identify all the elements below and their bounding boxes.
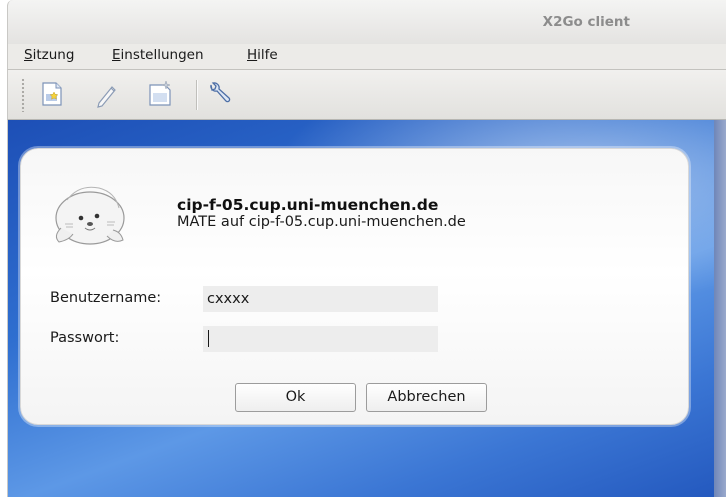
menu-hilfe-label: ilfe bbox=[257, 47, 278, 63]
text-cursor bbox=[208, 330, 209, 347]
menu-hilfe[interactable]: Hilfe bbox=[247, 47, 278, 63]
menu-einstellungen[interactable]: Einstellungen bbox=[112, 47, 204, 63]
menu-einstellungen-label: instellungen bbox=[120, 47, 204, 63]
password-field[interactable] bbox=[203, 326, 438, 352]
session-info: MATE auf cip-f-05.cup.uni-muenchen.de bbox=[177, 214, 466, 230]
toolbar bbox=[7, 70, 726, 120]
wrench-settings-icon[interactable] bbox=[203, 79, 235, 109]
server-name: cip-f-05.cup.uni-muenchen.de bbox=[177, 196, 439, 214]
menu-sitzung[interactable]: Sitzung bbox=[24, 47, 74, 63]
menu-sitzung-label: itzung bbox=[32, 47, 75, 63]
menu-einstellungen-mnemonic: E bbox=[112, 47, 121, 63]
menu-sitzung-mnemonic: S bbox=[24, 47, 33, 63]
x2go-seal-icon bbox=[49, 178, 131, 250]
new-session-icon[interactable] bbox=[36, 79, 68, 109]
edit-session-icon[interactable] bbox=[90, 79, 122, 109]
toolbar-grip[interactable] bbox=[21, 78, 25, 112]
menu-hilfe-mnemonic: H bbox=[247, 47, 258, 63]
window-titlebar[interactable]: X2Go client bbox=[7, 0, 726, 44]
username-label: Benutzername: bbox=[50, 290, 162, 306]
username-field[interactable]: cxxxx bbox=[203, 286, 438, 312]
cancel-button[interactable]: Abbrechen bbox=[366, 383, 487, 412]
session-export-icon[interactable] bbox=[144, 79, 176, 109]
ok-button[interactable]: Ok bbox=[235, 383, 356, 412]
window-edge-strip bbox=[714, 120, 726, 497]
password-label: Passwort: bbox=[50, 330, 120, 346]
menubar: Sitzung Einstellungen Hilfe bbox=[7, 44, 726, 70]
toolbar-separator bbox=[196, 80, 198, 110]
window-title: X2Go client bbox=[542, 14, 630, 30]
